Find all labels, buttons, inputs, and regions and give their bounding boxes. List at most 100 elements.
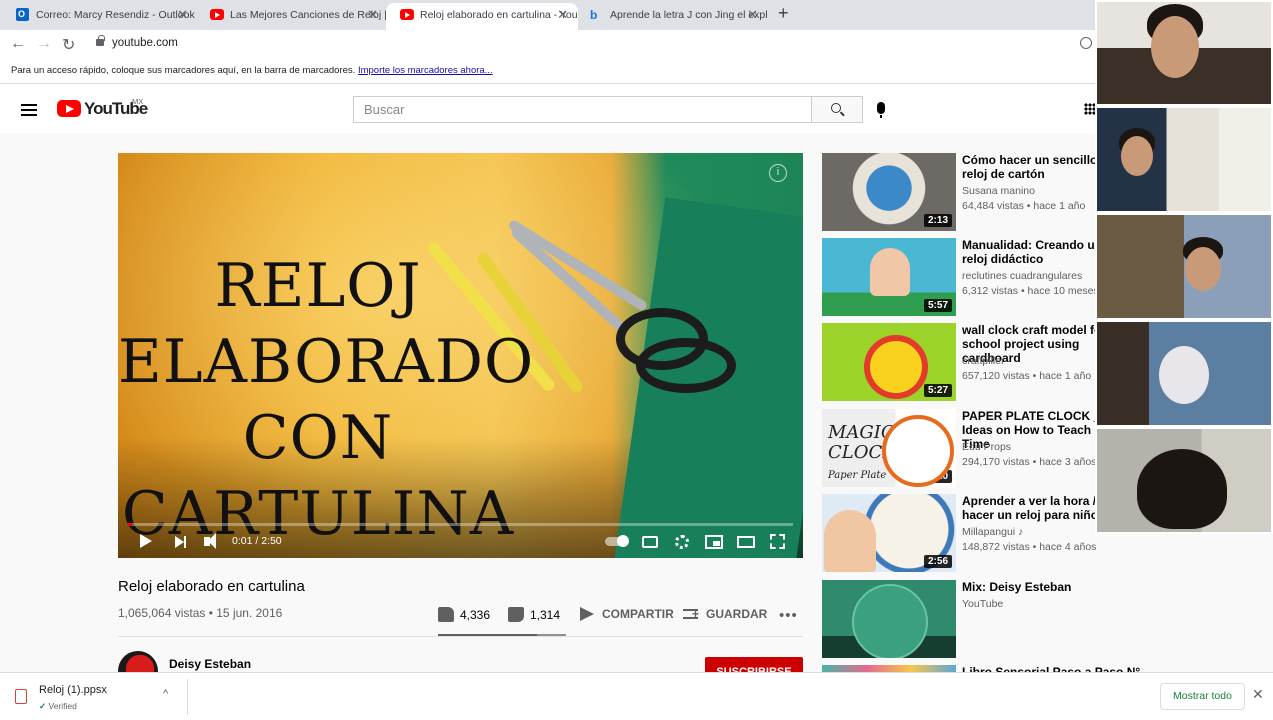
import-bookmarks-link[interactable]: Importe los marcadores ahora...: [358, 65, 493, 76]
autoplay-toggle[interactable]: [605, 535, 629, 547]
gear-icon[interactable]: [675, 535, 689, 549]
video-call-tile[interactable]: [1095, 106, 1273, 213]
video-thumbnail[interactable]: 2:56: [822, 494, 956, 572]
volume-icon[interactable]: [204, 533, 216, 549]
bing-icon: b: [590, 8, 598, 22]
video-thumbnail[interactable]: 5:27: [822, 323, 956, 401]
browser-toolbar: ← → ↻ youtube.com: [0, 30, 1273, 58]
time-display: 0:01 / 2:50: [232, 535, 282, 547]
back-icon[interactable]: ←: [10, 35, 26, 53]
overlay-line: RELOJ: [214, 251, 422, 321]
duration-badge: 5:57: [923, 299, 952, 312]
dislike-button[interactable]: 1,314: [508, 607, 560, 622]
tab-aprende[interactable]: b Aprende la letra J con Jing el explora…: [576, 3, 768, 30]
close-tab-icon[interactable]: ✕: [557, 3, 568, 27]
participant-hair: [1137, 449, 1227, 529]
scissor-handle: [636, 338, 736, 393]
video-thumbnail[interactable]: MAGIC CLOCK Paper Plate 9:10: [822, 409, 956, 487]
subtitles-icon[interactable]: [642, 536, 658, 548]
search-icon: [831, 103, 841, 113]
channel-name[interactable]: Deisy Esteban: [169, 657, 251, 671]
show-all-button[interactable]: Mostrar todo: [1160, 683, 1245, 710]
theater-mode-icon[interactable]: [737, 536, 755, 548]
video-player[interactable]: RELOJ ELABORADO CON CARTULINA i 0:01 / 2…: [118, 153, 803, 558]
video-thumbnail[interactable]: 2:13: [822, 153, 956, 231]
new-tab-button[interactable]: +: [778, 3, 789, 24]
download-status: ✓ Verified: [39, 701, 77, 712]
share-icon: [580, 607, 594, 621]
video-call-tile[interactable]: [1095, 0, 1273, 106]
scissor-blade: [507, 218, 649, 313]
tab-label: Reloj elaborado en cartulina - YouTube: [420, 9, 578, 21]
country-code: MX: [132, 97, 144, 106]
recommended-channel: YouTube: [962, 598, 1004, 610]
tab-label: Las Mejores Canciones de Reloj |: [230, 9, 387, 21]
close-tab-icon[interactable]: ✕: [747, 3, 758, 27]
tab-canciones[interactable]: Las Mejores Canciones de Reloj | ✕: [196, 3, 388, 30]
thumb-down-icon: [508, 607, 524, 622]
save-label: GUARDAR: [706, 607, 768, 621]
microphone-icon[interactable]: [877, 102, 885, 118]
search-button[interactable]: [811, 96, 863, 123]
download-status-text: Verified: [48, 701, 77, 711]
bookmarks-hint: Para un acceso rápido, coloque sus marca…: [11, 65, 356, 76]
mix-thumbnail[interactable]: ((•)): [822, 580, 956, 658]
share-button[interactable]: COMPARTIR: [580, 607, 674, 621]
fullscreen-icon[interactable]: [770, 534, 785, 549]
video-call-tile[interactable]: [1095, 320, 1273, 427]
share-label: COMPARTIR: [602, 607, 674, 621]
participant-face: [1121, 136, 1153, 176]
recommended-channel: craftpiller: [962, 355, 1005, 367]
save-button[interactable]: GUARDAR: [683, 607, 767, 621]
lock-icon[interactable]: [96, 35, 105, 46]
like-button[interactable]: 4,336: [438, 607, 490, 622]
download-bar: Reloj (1).ppsx ✓ Verified ^ Mostrar todo…: [0, 672, 1273, 720]
check-icon: ✓: [39, 701, 47, 711]
miniplayer-icon[interactable]: [705, 535, 723, 549]
overlay-line: ELABORADO: [118, 327, 535, 397]
thumb-up-icon: [438, 607, 454, 622]
video-thumbnail[interactable]: 5:57: [822, 238, 956, 316]
video-meta: 1,065,064 vistas • 15 jun. 2016: [118, 606, 283, 620]
close-icon[interactable]: ✕: [1252, 686, 1264, 703]
forward-icon[interactable]: →: [36, 35, 52, 53]
play-icon[interactable]: [140, 534, 152, 548]
next-icon[interactable]: [175, 536, 186, 548]
divider: [187, 679, 188, 715]
bookmarks-bar: Para un acceso rápido, coloque sus marca…: [0, 58, 1273, 84]
more-actions-icon[interactable]: •••: [779, 607, 798, 624]
progress-fill: [128, 523, 132, 526]
tab-label: Correo: Marcy Resendiz - Outlook: [36, 9, 195, 21]
thumbnail-text: MAGIC CLOCK Paper Plate: [828, 423, 956, 486]
search-input[interactable]: Buscar: [353, 96, 812, 123]
close-tab-icon[interactable]: ✕: [367, 3, 378, 27]
reload-icon[interactable]: ↻: [62, 35, 75, 55]
recommended-channel: Edu Props: [962, 441, 1012, 453]
tab-outlook[interactable]: Correo: Marcy Resendiz - Outlook ✕: [2, 3, 198, 30]
recommended-title[interactable]: Mix: Deisy Esteban: [962, 580, 1122, 594]
recommended-meta: 294,170 vistas • hace 3 años: [962, 456, 1097, 468]
file-icon: [15, 689, 27, 704]
recommended-mix[interactable]: ((•)) Mix: Deisy Esteban YouTube: [822, 580, 1273, 660]
download-file-name[interactable]: Reloj (1).ppsx: [39, 684, 107, 696]
recommended-channel: Millapangui ♪: [962, 526, 1024, 538]
tab-reloj-active[interactable]: Reloj elaborado en cartulina - YouTube ✕: [386, 3, 578, 30]
dislike-count: 1,314: [530, 607, 561, 622]
video-call-tile[interactable]: [1095, 213, 1273, 320]
info-icon[interactable]: i: [769, 164, 787, 182]
video-title-overlay: RELOJ ELABORADO CON CARTULINA: [118, 248, 535, 552]
recommended-meta: 657,120 vistas • hace 1 año: [962, 370, 1092, 382]
divider: [118, 636, 803, 637]
like-count: 4,336: [460, 607, 491, 622]
close-tab-icon[interactable]: ✕: [177, 3, 188, 27]
youtube-logo-icon[interactable]: [57, 100, 81, 117]
video-call-tile[interactable]: [1095, 427, 1273, 534]
chevron-up-icon[interactable]: ^: [163, 688, 168, 700]
zoom-icon[interactable]: [1080, 37, 1092, 49]
duration-badge: 9:10: [923, 470, 952, 483]
progress-bar[interactable]: [128, 523, 793, 526]
address-bar[interactable]: youtube.com: [112, 37, 178, 49]
participant-face: [1185, 247, 1221, 291]
menu-icon[interactable]: [21, 104, 37, 116]
recommended-channel: reclutines cuadrangulares: [962, 270, 1083, 282]
